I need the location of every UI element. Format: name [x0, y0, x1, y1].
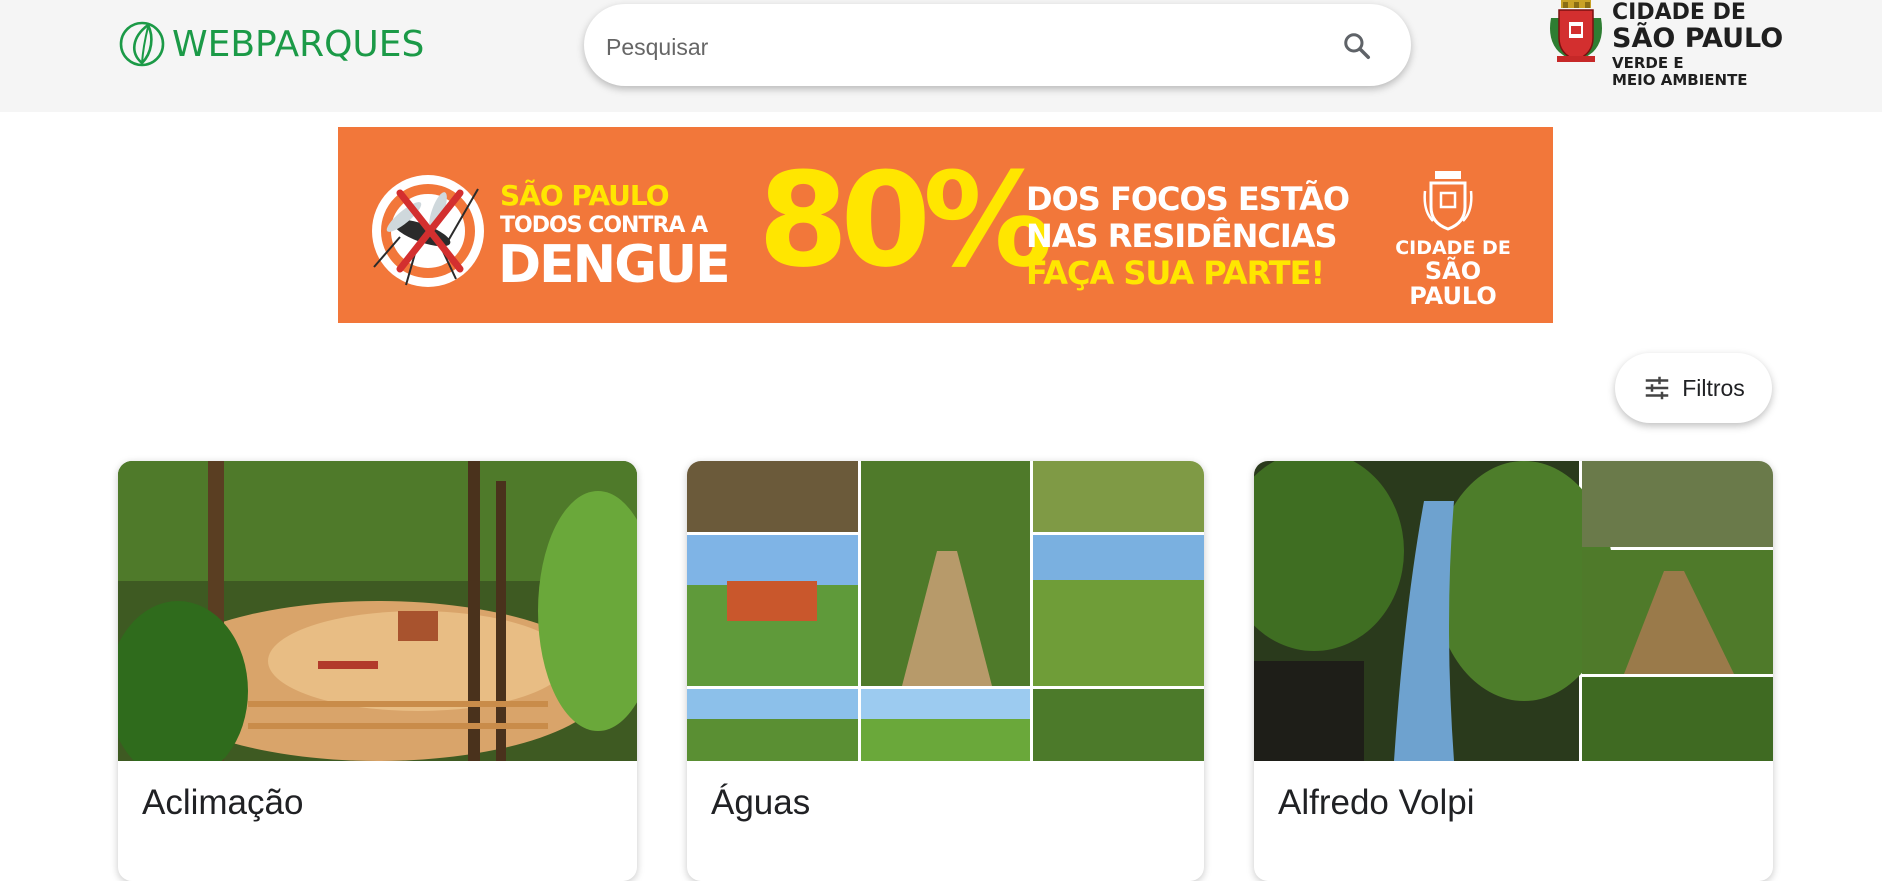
dengue-campaign-banner[interactable]: SÃO PAULO TODOS CONTRA A DENGUE 80% DOS …	[338, 127, 1553, 323]
city-line-1: CIDADE DE	[1612, 0, 1746, 25]
banner-sao-paulo: SÃO PAULO	[500, 179, 670, 212]
park-photo-collage	[1254, 461, 1773, 761]
filters-label: Filtros	[1682, 374, 1745, 401]
banner-city-line-2: SÃO PAULO	[1409, 256, 1497, 311]
park-photo	[118, 461, 637, 761]
banner-line-3: FAÇA SUA PARTE!	[1026, 254, 1325, 292]
banner-city-line-1: CIDADE DE	[1395, 237, 1511, 259]
park-card[interactable]: Águas	[687, 461, 1204, 881]
search-icon	[1344, 33, 1370, 59]
city-logo-text: CIDADE DE SÃO PAULO VERDE E MEIO AMBIENT…	[1612, 2, 1783, 88]
park-photo-collage	[687, 461, 1204, 761]
park-card[interactable]: Alfredo Volpi	[1254, 461, 1773, 881]
sao-paulo-city-logo[interactable]: CIDADE DE SÃO PAULO VERDE E MEIO AMBIENT…	[1547, 0, 1787, 95]
banner-city-name: CIDADE DE SÃO PAULO	[1378, 237, 1528, 311]
city-line-2: SÃO PAULO	[1612, 23, 1784, 54]
banner-line-1: DOS FOCOS ESTÃO	[1026, 180, 1350, 218]
city-line-4: MEIO AMBIENTE	[1612, 71, 1748, 89]
webparques-logo[interactable]: WEBPARQUES	[118, 16, 424, 72]
filters-button[interactable]: Filtros	[1615, 353, 1772, 423]
park-name: Aclimação	[142, 783, 304, 822]
city-crest-icon	[1550, 0, 1602, 62]
city-line-3: VERDE E	[1612, 54, 1684, 72]
search-bar	[584, 4, 1411, 86]
header: WEBPARQUES CIDADE DE SÃO PAULO VERDE	[0, 0, 1882, 112]
banner-city-crest-icon	[1423, 171, 1473, 231]
mosquito-icon	[372, 175, 484, 287]
search-input[interactable]	[604, 26, 1308, 68]
park-name: Alfredo Volpi	[1278, 783, 1475, 822]
search-button[interactable]	[1339, 28, 1375, 64]
leaf-icon	[119, 21, 165, 67]
banner-line-2: NAS RESIDÊNCIAS	[1026, 217, 1338, 255]
park-name: Águas	[711, 783, 811, 822]
banner-percent: 80%	[758, 144, 1053, 296]
park-card[interactable]: Aclimação	[118, 461, 637, 881]
logo-text: WEBPARQUES	[172, 23, 425, 65]
banner-dengue: DENGUE	[498, 235, 731, 295]
tune-icon	[1645, 376, 1669, 400]
